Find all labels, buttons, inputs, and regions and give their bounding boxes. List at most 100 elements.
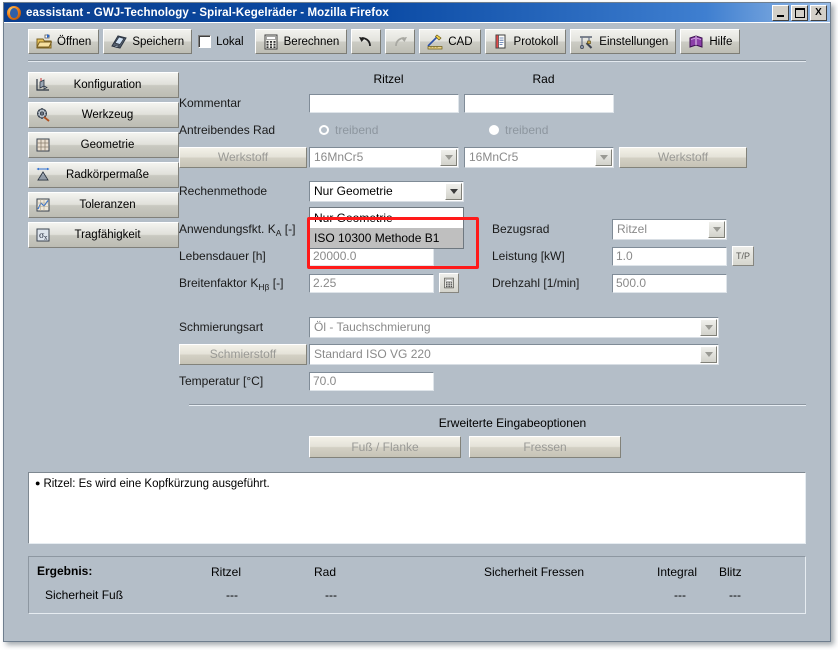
row-kommentar: Kommentar <box>179 92 806 114</box>
client-area: Öffnen Speichern Lokal Berechnen CAD Pro… <box>4 22 830 641</box>
sidebar-item-geometrie[interactable]: Geometrie <box>28 132 179 158</box>
rechenmethode-value: Nur Geometrie <box>314 184 393 198</box>
fressen-button[interactable]: Fressen <box>469 436 621 458</box>
lokal-label: Lokal <box>216 35 244 48</box>
calculator-icon <box>444 277 454 289</box>
row-schmierstoff: Schmierstoff Standard ISO VG 220 <box>179 343 806 365</box>
settings-button[interactable]: Einstellungen <box>570 29 677 54</box>
save-button[interactable]: Speichern <box>103 29 193 54</box>
undo-button[interactable] <box>351 29 382 54</box>
cad-button-label: CAD <box>448 35 473 48</box>
column-header-wheel: Rad <box>532 72 555 86</box>
schmierungsart-value: Öl - Tauchschmierung <box>314 320 431 334</box>
werkstoff-wheel-value: 16MnCr5 <box>469 150 519 164</box>
wheel-body-dimensions-icon <box>36 167 50 181</box>
result-header-blitz: Blitz <box>719 565 742 579</box>
sidebar-item-tragfaehigkeit[interactable]: σ x Tragfähigkeit <box>28 222 179 248</box>
lebensdauer-label: Lebensdauer [h] <box>179 249 266 263</box>
protocol-button[interactable]: Protokoll <box>484 29 567 54</box>
werkstoff-left-button[interactable]: Werkstoff <box>179 146 307 168</box>
kommentar-pinion-input[interactable] <box>309 93 459 113</box>
result-title: Ergebnis: <box>37 564 93 578</box>
anwendungsfkt-label-sub: A <box>275 228 282 238</box>
rechenmethode-combo[interactable]: Nur Geometrie <box>309 180 464 202</box>
lokal-checkbox[interactable]: Lokal <box>196 29 251 54</box>
form-panel: Ritzel Rad Kommentar Antreibendes Rad tr… <box>179 72 830 458</box>
temperatur-input[interactable]: 70.0 <box>309 371 434 391</box>
title-bar: eassistant - GWJ-Technology - Spiral-Keg… <box>4 3 830 22</box>
row-lebensdauer: Lebensdauer [h] 20000.0 Leistung [kW] 1.… <box>179 245 806 267</box>
maximize-button[interactable] <box>791 5 808 21</box>
open-button[interactable]: Öffnen <box>28 29 100 54</box>
rechenmethode-dropdown-list[interactable]: Nur Geometrie ISO 10300 Methode B1 <box>309 207 464 249</box>
sidebar-item-konfiguration[interactable]: Konfiguration <box>28 72 179 98</box>
chevron-down-icon[interactable] <box>440 148 457 166</box>
minimize-button[interactable] <box>772 5 789 21</box>
result-header-rad: Rad <box>314 565 337 579</box>
antreibendes-rad-label: Antreibendes Rad <box>179 123 276 137</box>
result-row-label: Sicherheit Fuß <box>45 588 124 602</box>
redo-button[interactable] <box>385 29 416 54</box>
bezugsrad-value: Ritzel <box>617 222 648 236</box>
schmierungsart-combo[interactable]: Öl - Tauchschmierung <box>309 316 719 338</box>
calculate-button[interactable]: Berechnen <box>254 29 348 54</box>
breitenfaktor-calculator-button[interactable] <box>439 273 459 293</box>
kommentar-wheel-input[interactable] <box>464 93 614 113</box>
checkbox-icon[interactable] <box>198 35 212 48</box>
close-button[interactable]: X <box>810 5 827 21</box>
cad-button[interactable]: CAD <box>419 29 481 54</box>
message-text: Ritzel: Es wird eine Kopfkürzung ausgefü… <box>43 478 270 490</box>
chevron-down-icon[interactable] <box>708 220 725 238</box>
bezugsrad-combo[interactable]: Ritzel <box>612 218 727 240</box>
radio-selected-icon[interactable] <box>489 125 499 135</box>
settings-tools-icon <box>580 35 593 49</box>
sidebar-item-werkzeug[interactable]: Werkzeug <box>28 102 179 128</box>
torque-power-toggle-button[interactable]: T/P <box>732 246 754 266</box>
fuss-flanke-button[interactable]: Fuß / Flanke <box>309 436 461 458</box>
chevron-down-icon[interactable] <box>700 345 717 363</box>
radio-unselected-icon[interactable] <box>319 125 329 135</box>
application-window: eassistant - GWJ-Technology - Spiral-Keg… <box>3 2 831 642</box>
main-body: Konfiguration Werkzeug Geometrie Radkörp… <box>4 62 830 458</box>
advanced-separator <box>189 404 806 406</box>
firefox-icon <box>7 5 21 20</box>
redo-icon <box>395 36 408 46</box>
message-box: ● Ritzel: Es wird eine Kopfkürzung ausgef… <box>28 472 806 544</box>
werkstoff-pinion-combo[interactable]: 16MnCr5 <box>309 146 459 168</box>
row-temperatur: Temperatur [°C] 70.0 <box>179 370 806 392</box>
lebensdauer-input[interactable]: 20000.0 <box>309 246 434 266</box>
dropdown-option-iso-10300-b1[interactable]: ISO 10300 Methode B1 <box>310 228 463 248</box>
protocol-button-label: Protokoll <box>513 35 559 48</box>
sidebar-item-toleranzen[interactable]: Toleranzen <box>28 192 179 218</box>
help-button[interactable]: Hilfe <box>680 29 741 54</box>
schmierungsart-label: Schmierungsart <box>179 320 264 334</box>
werkstoff-pinion-value: 16MnCr5 <box>314 150 364 164</box>
result-value-blitz: --- <box>729 588 741 602</box>
breitenfaktor-input[interactable]: 2.25 <box>309 273 434 293</box>
row-anwendungsfkt: Anwendungsfkt. KA [-] Bezugsrad Ritzel <box>179 218 806 240</box>
schmierstoff-combo[interactable]: Standard ISO VG 220 <box>309 343 719 365</box>
drehzahl-input[interactable]: 500.0 <box>612 273 727 293</box>
tolerances-icon <box>36 198 50 212</box>
breitenfaktor-label-sub: Hβ <box>258 282 270 292</box>
radio-wheel-treibend[interactable]: treibend <box>479 123 644 137</box>
sidebar-label-konfiguration: Konfiguration <box>73 79 142 91</box>
werkstoff-wheel-combo[interactable]: 16MnCr5 <box>464 146 614 168</box>
sidebar-item-radkoerpermasse[interactable]: Radkörpermaße <box>28 162 179 188</box>
schmierstoff-button[interactable]: Schmierstoff <box>179 343 307 365</box>
dropdown-option-nur-geometrie[interactable]: Nur Geometrie <box>310 208 463 228</box>
configuration-icon <box>36 78 49 91</box>
leistung-input[interactable]: 1.0 <box>612 246 727 266</box>
breitenfaktor-label-unit: [-] <box>269 276 284 290</box>
result-header-sicherheit-fressen: Sicherheit Fressen <box>484 565 585 579</box>
anwendungsfkt-label-unit: [-] <box>281 222 296 236</box>
radio-pinion-treibend[interactable]: treibend <box>309 123 479 137</box>
werkstoff-right-button[interactable]: Werkstoff <box>619 146 747 168</box>
chevron-down-icon[interactable] <box>700 318 717 336</box>
report-icon <box>495 34 506 48</box>
anwendungsfkt-label-main: Anwendungsfkt. K <box>179 222 276 236</box>
chevron-down-icon[interactable] <box>595 148 612 166</box>
radio-pinion-label: treibend <box>335 123 379 137</box>
open-folder-icon <box>36 33 52 48</box>
chevron-down-icon[interactable] <box>445 182 462 200</box>
